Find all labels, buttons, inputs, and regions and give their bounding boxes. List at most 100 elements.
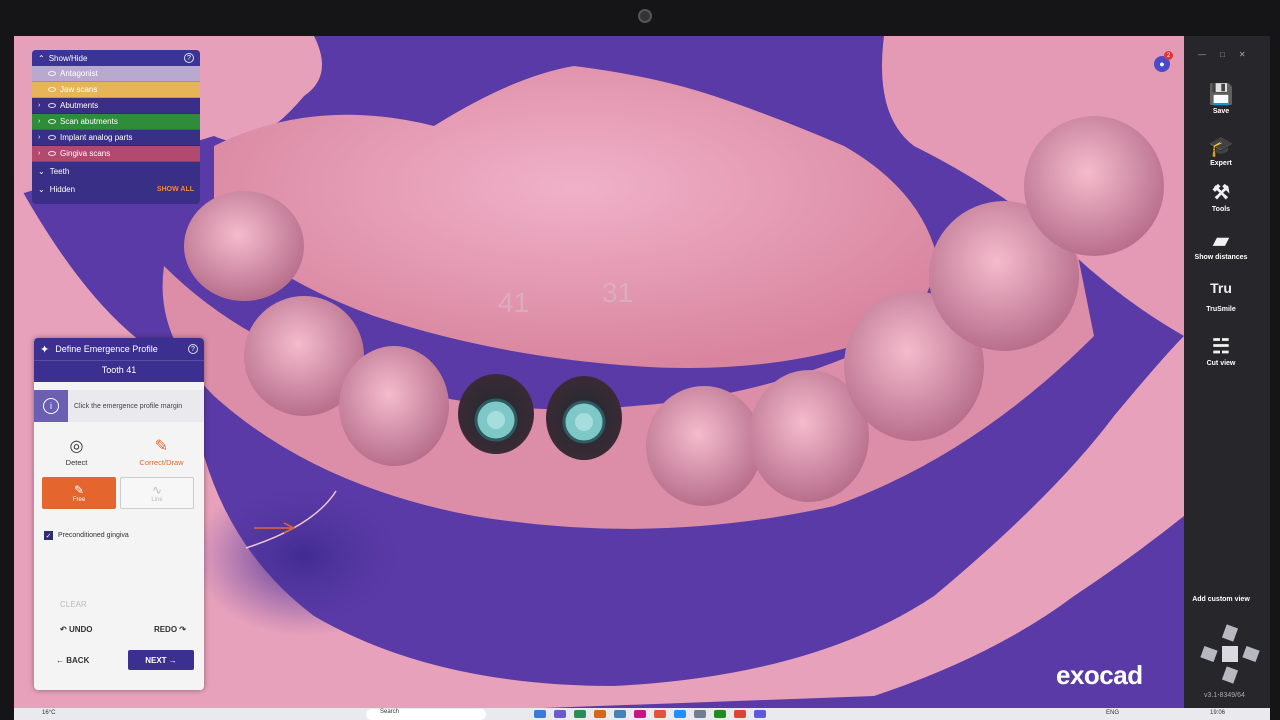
tooth-subtitle: Tooth 41 [34,360,204,382]
undo-icon: ↶ [60,625,69,634]
workflow-title: Define Emergence Profile [55,344,158,354]
layer-row[interactable]: › Abutments [32,98,200,114]
redo-button[interactable]: REDO ↷ [154,625,186,634]
preconditioned-gingiva-checkbox[interactable]: ✓ Preconditioned gingiva [44,531,204,540]
tooth-right-molar-2 [1024,116,1164,256]
back-button[interactable]: ← BACK [56,656,89,665]
view-cube-icon[interactable] [1198,622,1262,686]
taskbar-search[interactable]: Search [366,709,486,720]
notification-badge: 2 [1164,51,1173,60]
save-label: Save [1212,108,1230,115]
back-label: BACK [66,655,90,665]
taskbar-apps [534,710,766,718]
free-mode-button[interactable]: ✎ Free [42,477,116,509]
exocad-logo: exocad [1056,660,1143,690]
collapse-chevron-icon: ⌃ [38,53,45,63]
expert-button[interactable]: 🎓 Expert [1184,134,1258,167]
trusmile-icon: Tru [1210,280,1232,296]
layer-row[interactable]: › Gingiva scans [32,146,200,162]
language-indicator[interactable]: ENG [1106,710,1119,716]
layer-label: Jaw scans [60,85,98,94]
app-icon[interactable] [714,710,726,718]
group-teeth[interactable]: ⌄ Teeth [32,162,200,180]
webcam [638,9,652,23]
app-icon[interactable] [534,710,546,718]
clear-button[interactable]: CLEAR [60,600,204,609]
eye-icon[interactable] [48,103,56,108]
layer-label: Abutments [60,101,99,110]
weather-widget[interactable]: 16°C [42,710,55,716]
layer-label: Implant analog parts [60,133,133,142]
app-icon[interactable] [734,710,746,718]
app-icon[interactable] [614,710,626,718]
tooth-label-31: 31 [602,277,633,308]
eye-icon[interactable] [48,87,56,92]
layer-row[interactable]: › Implant analog parts [32,130,200,146]
undo-button[interactable]: ↶ UNDO [60,625,93,634]
workflow-panel: ✦ Define Emergence Profile ? Tooth 41 i … [34,338,204,690]
add-custom-view-button[interactable]: Add custom view [1184,596,1258,603]
next-button[interactable]: NEXT → [128,650,194,670]
windows-taskbar: 16°C Search ENG 19:06 [14,708,1270,720]
expert-icon: 🎓 [1208,136,1234,158]
line-mode-button[interactable]: ∿ Line [120,477,194,509]
cut-view-label: Cut view [1206,360,1236,367]
undo-label: UNDO [68,625,93,634]
eye-icon[interactable] [48,135,56,140]
app-icon[interactable] [674,710,686,718]
redo-icon: ↷ [177,625,186,634]
expand-chevron-icon[interactable]: › [38,134,44,141]
show-distances-button[interactable]: ▰ Show distances [1184,228,1258,261]
app-icon[interactable] [634,710,646,718]
minimize-icon[interactable]: — [1198,50,1206,59]
save-button[interactable]: 💾 Save [1184,82,1258,115]
line-mode-label: Line [151,497,163,503]
help-icon[interactable]: ? [184,53,194,63]
draw-icon: ✎ [154,438,169,455]
clock[interactable]: 19:06 [1210,710,1225,716]
next-label: NEXT [145,655,167,665]
eye-icon[interactable] [48,119,56,124]
group-label: Teeth [49,166,70,176]
cut-view-button[interactable]: ☵ Cut view [1184,334,1258,367]
show-hide-header[interactable]: ⌃ Show/Hide ? [32,50,200,66]
expand-chevron-icon[interactable]: › [38,118,44,125]
shading [194,476,414,636]
eye-icon[interactable] [48,71,56,76]
expand-chevron-icon[interactable]: › [38,150,44,157]
expand-chevron-icon[interactable]: › [38,102,44,109]
show-all-button[interactable]: SHOW ALL [157,186,194,193]
detect-button[interactable]: ◎ Detect [34,436,119,467]
tooth-left-molar [184,191,304,301]
help-icon[interactable]: ? [188,344,198,354]
arrow-left-icon: ← [56,655,67,665]
layer-row[interactable]: Antagonist [32,66,200,82]
hint-text: Click the emergence profile margin [74,402,183,410]
show-hide-title: Show/Hide [48,53,88,63]
app-icon[interactable] [594,710,606,718]
layer-label: Scan abutments [60,117,118,126]
trusmile-button[interactable]: Tru TruSmile [1184,280,1258,313]
group-label: Hidden [49,184,76,194]
layer-row[interactable]: Jaw scans [32,82,200,98]
checkbox-label: Preconditioned gingiva [58,532,129,539]
app-icon[interactable] [554,710,566,718]
pencil-icon: ✎ [73,483,85,497]
app-icon[interactable] [754,710,766,718]
detect-icon: ◎ [69,438,84,455]
group-hidden[interactable]: ⌄ Hidden SHOW ALL [32,180,200,198]
eye-icon[interactable] [48,151,56,156]
redo-label: REDO [153,625,178,634]
notification-bell-icon[interactable]: ● 2 [1154,51,1173,72]
tools-button[interactable]: ⚒ Tools [1184,180,1258,213]
app-icon[interactable] [574,710,586,718]
close-icon[interactable]: ✕ [1239,50,1246,59]
layer-row[interactable]: › Scan abutments [32,114,200,130]
expert-label: Expert [1210,160,1232,167]
maximize-icon[interactable]: □ [1220,50,1225,59]
tooth-right-incisor [646,386,762,506]
app-icon[interactable] [694,710,706,718]
correct-draw-button[interactable]: ✎ Correct/Draw [119,436,204,467]
trusmile-label: TruSmile [1206,306,1236,313]
app-icon[interactable] [654,710,666,718]
